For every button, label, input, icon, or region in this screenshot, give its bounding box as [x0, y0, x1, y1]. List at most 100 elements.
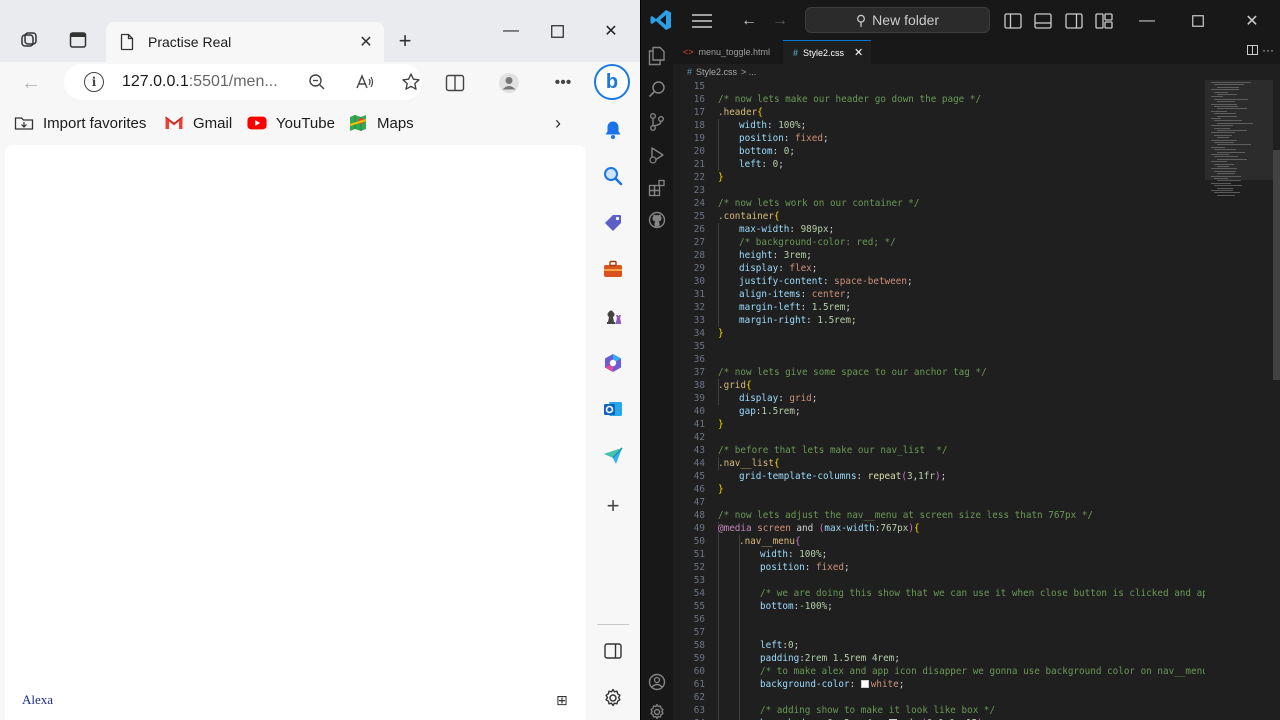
read-aloud-icon[interactable] — [354, 71, 376, 93]
tab-practise-real[interactable]: Practise Real ✕ — [106, 22, 384, 62]
close-tab-icon[interactable]: ✕ — [354, 30, 378, 54]
favorite-import[interactable]: Import favorites — [14, 112, 146, 134]
code-line[interactable]: 33 margin-right: 1.5rem; — [673, 314, 1205, 327]
page-text-alexa[interactable]: Alexa — [22, 692, 53, 708]
hide-sidebar-icon[interactable] — [601, 639, 625, 663]
code-line[interactable]: 36 — [673, 353, 1205, 366]
code-line[interactable]: 16 /* now lets make our header go down th… — [673, 93, 1205, 106]
code-line[interactable]: 15 — [673, 80, 1205, 93]
toggle-primary-sidebar-icon[interactable] — [1002, 10, 1024, 32]
outlook-icon[interactable] — [601, 397, 625, 421]
code-line[interactable]: 42 — [673, 431, 1205, 444]
more-actions-icon[interactable]: ··· — [1262, 43, 1274, 57]
minimize-button[interactable]: — — [488, 18, 534, 44]
code-line[interactable]: 50 .nav__menu{ — [673, 535, 1205, 548]
code-line[interactable]: 57 — [673, 626, 1205, 639]
code-line[interactable]: 60 /* to make alex and app icon disapper … — [673, 665, 1205, 678]
close-window-button[interactable]: ✕ — [588, 18, 634, 44]
code-line[interactable]: 41} — [673, 418, 1205, 431]
code-line[interactable]: 38 .grid{ — [673, 379, 1205, 392]
code-line[interactable]: 63 /* adding show to make it look like bo… — [673, 704, 1205, 717]
chevron-right-icon[interactable]: › — [548, 112, 568, 134]
minimize-button[interactable]: — — [1136, 10, 1158, 32]
code-line[interactable]: 25 .container{ — [673, 210, 1205, 223]
code-line[interactable]: 40 gap:1.5rem; — [673, 405, 1205, 418]
toggle-panel-icon[interactable] — [1032, 10, 1054, 32]
code-line[interactable]: 55 bottom:-100%; — [673, 600, 1205, 613]
code-line[interactable]: 47 — [673, 496, 1205, 509]
code-line[interactable]: 45 grid-template-columns: repeat(3,1fr); — [673, 470, 1205, 483]
github-icon[interactable] — [645, 208, 669, 232]
code-line[interactable]: 59 padding:2rem 1.5rem 4rem; — [673, 652, 1205, 665]
code-line[interactable]: 23 — [673, 184, 1205, 197]
toolbox-icon[interactable] — [601, 257, 625, 281]
back-arrow-icon[interactable]: ← — [738, 10, 760, 32]
toggle-secondary-sidebar-icon[interactable] — [1063, 10, 1085, 32]
favorite-youtube[interactable]: YouTube — [247, 112, 335, 134]
site-info-icon[interactable]: i — [84, 72, 104, 92]
code-line[interactable]: 31 align-items: center; — [673, 288, 1205, 301]
code-line[interactable]: 21 left: 0; — [673, 158, 1205, 171]
code-line[interactable]: 62 — [673, 691, 1205, 704]
profile-avatar[interactable] — [496, 70, 522, 96]
close-window-button[interactable]: ✕ — [1241, 10, 1263, 32]
source-control-icon[interactable] — [645, 110, 669, 134]
menu-hamburger-icon[interactable] — [691, 10, 713, 32]
bell-icon[interactable] — [601, 118, 625, 142]
code-line[interactable]: 29 display: flex; — [673, 262, 1205, 275]
code-line[interactable]: 44 .nav__list{ — [673, 457, 1205, 470]
send-icon[interactable] — [601, 444, 625, 468]
customize-layout-icon[interactable] — [1093, 10, 1115, 32]
tab-actions-icon[interactable] — [66, 28, 90, 52]
code-line[interactable]: 48 /* now lets adjust the nav__menu at sc… — [673, 509, 1205, 522]
copilot-bing-icon[interactable]: b — [594, 64, 630, 100]
split-editor-icon[interactable] — [1247, 45, 1258, 58]
copilot-icon[interactable] — [601, 351, 625, 375]
minimap[interactable] — [1205, 80, 1273, 720]
code-line[interactable]: 39 display: grid; — [673, 392, 1205, 405]
code-line[interactable]: 35 — [673, 340, 1205, 353]
workspaces-icon[interactable] — [17, 28, 41, 52]
code-line[interactable]: 19 position: fixed; — [673, 132, 1205, 145]
extensions-icon[interactable] — [645, 176, 669, 200]
favorite-maps[interactable]: Maps — [348, 112, 414, 134]
add-icon[interactable]: + — [601, 493, 625, 518]
forward-arrow-icon[interactable]: → — [769, 10, 791, 32]
address-bar[interactable]: i 127.0.0.1:5501/men... — [64, 64, 422, 100]
color-swatch[interactable] — [860, 680, 869, 688]
tag-icon[interactable] — [601, 211, 625, 235]
explorer-icon[interactable] — [645, 44, 669, 68]
account-icon[interactable] — [645, 670, 669, 694]
search-icon[interactable] — [601, 164, 625, 188]
tab-menu-toggle-html[interactable]: <> menu_toggle.html — [673, 40, 783, 64]
apps-grid-icon[interactable]: ⊞ — [556, 692, 568, 709]
new-tab-button[interactable]: + — [392, 28, 418, 54]
run-debug-icon[interactable] — [645, 143, 669, 167]
breadcrumb-file[interactable]: Style2.css — [696, 67, 737, 77]
code-editor[interactable]: 15 16 /* now lets make our header go down … — [673, 80, 1205, 720]
code-line[interactable]: 30 justify-content: space-between; — [673, 275, 1205, 288]
search-icon[interactable] — [645, 77, 669, 101]
code-line[interactable]: 43 /* before that lets make our nav_list … — [673, 444, 1205, 457]
code-line[interactable]: 51 width: 100%; — [673, 548, 1205, 561]
code-line[interactable]: 49 @media screen and (max-width:767px){ — [673, 522, 1205, 535]
code-line[interactable]: 37 /* now lets give some space to our anc… — [673, 366, 1205, 379]
code-line[interactable]: 32 margin-left: 1.5rem; — [673, 301, 1205, 314]
code-line[interactable]: 20 bottom: 0; — [673, 145, 1205, 158]
code-line[interactable]: 27 /* background-color: red; */ — [673, 236, 1205, 249]
code-line[interactable]: 26 max-width: 989px; — [673, 223, 1205, 236]
manage-gear-icon[interactable] — [645, 700, 669, 720]
code-line[interactable]: 58 left:0; — [673, 639, 1205, 652]
code-line[interactable]: 46} — [673, 483, 1205, 496]
code-line[interactable]: 54 /* we are doing this show that we can … — [673, 587, 1205, 600]
scrollbar-thumb[interactable] — [1273, 150, 1280, 380]
settings-gear-icon[interactable] — [601, 686, 625, 710]
code-line[interactable]: 24 /* now lets work on our container */ — [673, 197, 1205, 210]
code-line[interactable]: 34} — [673, 327, 1205, 340]
favorite-gmail[interactable]: Gmail — [164, 112, 232, 134]
code-line[interactable]: 18 width: 100%; — [673, 119, 1205, 132]
maximize-button[interactable] — [1187, 10, 1209, 32]
code-line[interactable]: 17 .header{ — [673, 106, 1205, 119]
code-line[interactable]: 61 background-color: white; — [673, 678, 1205, 691]
favorite-star-icon[interactable] — [400, 71, 422, 93]
